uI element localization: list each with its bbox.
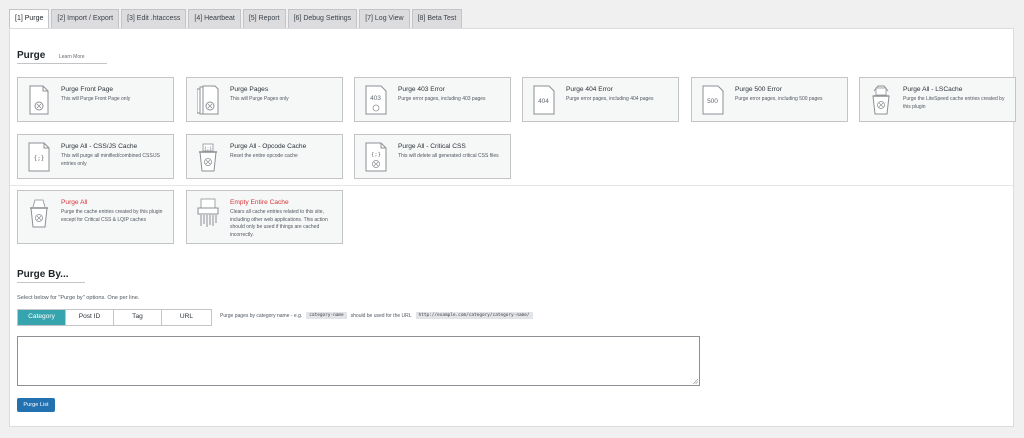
error-500-icon: 500 [702, 85, 724, 115]
icon-code-label: 403 [370, 95, 381, 102]
purge-front-page-card[interactable]: Purge Front Page This will Purge Front P… [17, 77, 174, 122]
card-title: Purge All - Opcode Cache [230, 143, 307, 150]
card-title: Empty Entire Cache [230, 199, 289, 206]
tab-edit-htaccess[interactable]: [3] Edit .htaccess [121, 9, 187, 28]
card-description: Purge the cache entries created by this … [61, 209, 163, 223]
card-description: Purge error pages, including 403 pages [398, 96, 486, 102]
card-description: Reset the entire opcode cache [230, 153, 298, 159]
lscache-icon [872, 85, 890, 115]
icon-code-label: 404 [538, 98, 549, 105]
note-middle: should be used for the URL [350, 312, 412, 319]
card-title: Purge Pages [230, 86, 269, 93]
shredder-icon [197, 198, 219, 227]
icon-code-label: 500 [707, 98, 718, 105]
purge-section-title: Purge [17, 50, 46, 61]
card-title: Purge 403 Error [398, 86, 445, 93]
tab-bar: [1] Purge [2] Import / Export [3] Edit .… [9, 9, 463, 29]
card-description: This will delete all generated critical … [398, 153, 499, 159]
purge-by-option-post-id[interactable]: Post ID [66, 310, 114, 325]
note-prefix: Purge pages by category name - e.g. [220, 312, 303, 319]
error-404-icon: 404 [533, 85, 555, 115]
card-description: Purge error pages, including 404 pages [566, 96, 654, 102]
purge-lscache-card[interactable]: Purge All - LSCache Purge the LiteSpeed … [859, 77, 1016, 122]
purge-list-textarea[interactable] [17, 336, 700, 386]
page-icon [29, 85, 49, 115]
svg-text:{;}: {;} [371, 152, 381, 158]
purge-by-option-url[interactable]: URL [162, 310, 211, 325]
tab-beta-test[interactable]: [8] Beta Test [411, 9, 463, 28]
purge-by-selector: Category Post ID Tag URL [17, 309, 212, 326]
section-divider [10, 185, 1015, 186]
purge-500-card[interactable]: 500 Purge 500 Error Purge error pages, i… [691, 77, 848, 122]
purge-by-hint: Select below for "Purge by" options. One… [17, 295, 140, 301]
card-title: Purge 404 Error [566, 86, 613, 93]
tab-log-view[interactable]: [7] Log View [359, 9, 410, 28]
purge-all-card[interactable]: Purge All Purge the cache entries create… [17, 190, 174, 244]
card-title: Purge All - LSCache [903, 86, 963, 93]
card-description: Purge the LiteSpeed cache entries create… [903, 96, 1005, 110]
card-description: This will purge all minified/combined CS… [61, 153, 160, 167]
purge-by-section-title: Purge By... [17, 269, 69, 280]
card-description: Clears all cache entries related to this… [230, 209, 328, 238]
pages-icon [197, 85, 219, 115]
purge-by-option-category[interactable]: Category [18, 310, 66, 325]
opcode-icon: {;} [199, 143, 217, 172]
card-title: Purge All - CSS/JS Cache [61, 143, 138, 150]
purge-cssjs-card[interactable]: {;} Purge All - CSS/JS Cache This will p… [17, 134, 174, 179]
card-description: Purge error pages, including 500 pages [735, 96, 823, 102]
purge-opcode-card[interactable]: {;} Purge All - Opcode Cache Reset the e… [186, 134, 343, 179]
purge-pages-card[interactable]: Purge Pages This will Purge Pages only [186, 77, 343, 122]
critical-css-icon: {;} [365, 142, 387, 172]
purge-list-button[interactable]: Purge List [17, 398, 55, 412]
purge-critical-css-card[interactable]: {;} Purge All - Critical CSS This will d… [354, 134, 511, 179]
tab-purge[interactable]: [1] Purge [9, 9, 50, 29]
purge-403-card[interactable]: 403 Purge 403 Error Purge error pages, i… [354, 77, 511, 122]
purge-404-card[interactable]: 404 Purge 404 Error Purge error pages, i… [522, 77, 679, 122]
card-title: Purge All [61, 199, 88, 206]
cssjs-icon: {;} [28, 142, 50, 172]
note-code-url: http://example.com/category/category-nam… [415, 312, 533, 319]
card-description: This will Purge Front Page only [61, 96, 131, 102]
learn-more-link[interactable]: Learn More [59, 54, 85, 60]
svg-text:{;}: {;} [204, 146, 212, 152]
resize-handle-icon[interactable] [693, 379, 698, 384]
tab-import-export[interactable]: [2] Import / Export [51, 9, 120, 28]
tab-report[interactable]: [5] Report [242, 9, 286, 28]
card-title: Purge All - Critical CSS [398, 143, 466, 150]
card-description: This will Purge Pages only [230, 96, 289, 102]
note-code-category: category-name [306, 312, 347, 319]
tab-debug-settings[interactable]: [6] Debug Settings [287, 9, 358, 28]
card-title: Purge Front Page [61, 86, 114, 93]
tab-heartbeat[interactable]: [4] Heartbeat [188, 9, 241, 28]
purge-all-icon [30, 199, 48, 228]
error-403-icon: 403 [365, 85, 387, 115]
purge-by-title-underline [17, 282, 85, 283]
svg-text:{;}: {;} [34, 155, 45, 162]
purge-by-option-tag[interactable]: Tag [114, 310, 162, 325]
purge-title-underline [17, 63, 107, 64]
purge-by-note: Purge pages by category name - e.g. cate… [220, 312, 533, 319]
settings-panel: Purge Learn More Purge Front Page This w… [9, 28, 1016, 427]
card-title: Purge 500 Error [735, 86, 782, 93]
empty-entire-cache-card[interactable]: Empty Entire Cache Clears all cache entr… [186, 190, 343, 244]
